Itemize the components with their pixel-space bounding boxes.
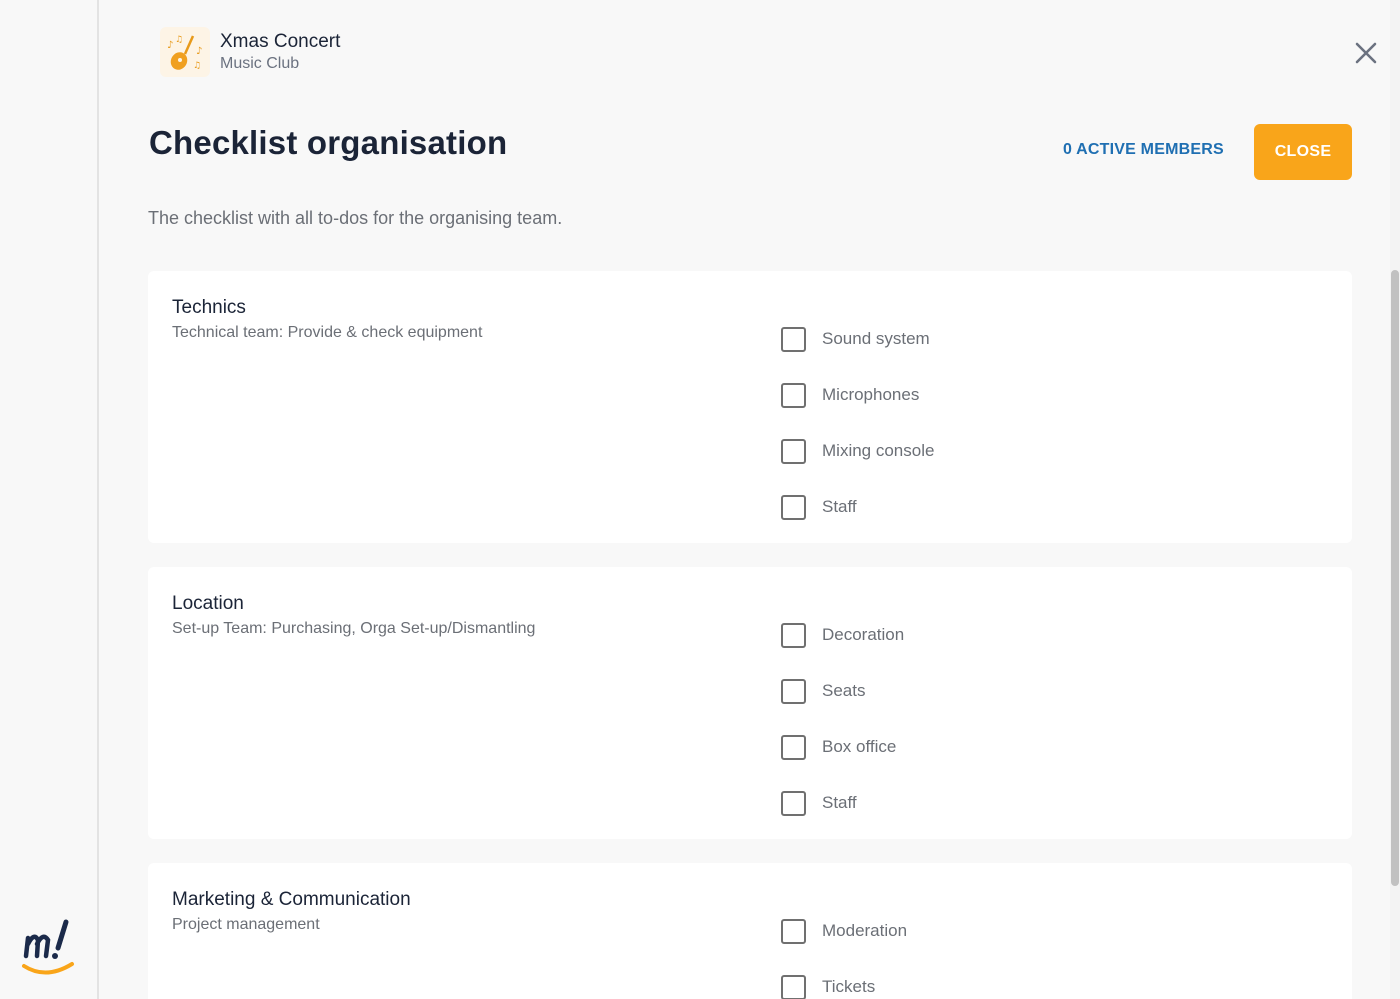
checkbox[interactable] xyxy=(781,918,806,944)
checklist-items: Moderation Tickets xyxy=(781,903,907,999)
svg-text:♫: ♫ xyxy=(175,35,183,45)
checklist-item-label: Staff xyxy=(822,497,857,516)
section-subtitle: Project management xyxy=(172,916,320,933)
checkbox[interactable] xyxy=(781,974,806,999)
checklist-item[interactable]: Decoration xyxy=(781,607,904,663)
guitar-music-notes-icon: ♪ ♫ ♪ ♫ xyxy=(160,27,210,77)
active-members-link[interactable]: 0 ACTIVE MEMBERS xyxy=(1063,141,1224,159)
checklist-item-label: Staff xyxy=(822,793,857,812)
checklist-item-label: Seats xyxy=(822,681,866,700)
event-subtitle: Music Club xyxy=(220,55,300,72)
checklist-item[interactable]: Staff xyxy=(781,775,904,831)
checklist-item[interactable]: Moderation xyxy=(781,903,907,959)
close-button[interactable]: CLOSE xyxy=(1254,124,1352,180)
event-header: ♪ ♫ ♪ ♫ Xmas Concert Music Club xyxy=(160,27,340,77)
checklist-item-label: Moderation xyxy=(822,921,908,940)
checklist-item[interactable]: Microphones xyxy=(781,367,934,423)
checkbox[interactable] xyxy=(781,790,806,816)
checklist-item-label: Box office xyxy=(822,737,897,756)
checklist-section-technics: Technics Technical team: Provide & check… xyxy=(148,271,1352,543)
checkbox[interactable] xyxy=(781,734,806,760)
scrollbar[interactable] xyxy=(1390,0,1400,999)
checkbox[interactable] xyxy=(781,438,806,464)
checkbox[interactable] xyxy=(781,622,806,648)
svg-text:♫: ♫ xyxy=(193,61,201,71)
left-sidebar xyxy=(0,0,99,999)
brand-logo-icon[interactable] xyxy=(20,918,78,982)
checkbox[interactable] xyxy=(781,326,806,352)
checkbox[interactable] xyxy=(781,382,806,408)
checklist-item[interactable]: Box office xyxy=(781,719,904,775)
checklist-item[interactable]: Staff xyxy=(781,479,934,535)
checkbox[interactable] xyxy=(781,494,806,520)
scrollbar-thumb[interactable] xyxy=(1391,270,1399,886)
checklist-item-label: Microphones xyxy=(822,385,920,404)
page-title: Checklist organisation xyxy=(149,124,508,161)
section-subtitle: Technical team: Provide & check equipmen… xyxy=(172,324,483,341)
checklist-item-label: Sound system xyxy=(822,329,930,348)
checklist-section-marketing: Marketing & Communication Project manage… xyxy=(148,863,1352,999)
checklist-item-label: Decoration xyxy=(822,625,905,644)
checklist-item[interactable]: Mixing console xyxy=(781,423,934,479)
checkbox[interactable] xyxy=(781,678,806,704)
section-title: Location xyxy=(172,593,244,614)
page-description: The checklist with all to-dos for the or… xyxy=(148,208,563,228)
svg-text:♪: ♪ xyxy=(167,40,173,51)
checklist-item[interactable]: Tickets xyxy=(781,959,907,999)
svg-text:♪: ♪ xyxy=(196,46,202,57)
close-icon[interactable] xyxy=(1353,40,1379,66)
checklist-items: Sound system Microphones Mixing console … xyxy=(781,311,934,535)
section-title: Marketing & Communication xyxy=(172,889,411,910)
checklist-item[interactable]: Seats xyxy=(781,663,904,719)
checklist-item-label: Tickets xyxy=(822,977,876,996)
event-title: Xmas Concert xyxy=(220,31,341,52)
section-title: Technics xyxy=(172,297,246,318)
checklist-section-location: Location Set-up Team: Purchasing, Orga S… xyxy=(148,567,1352,839)
section-subtitle: Set-up Team: Purchasing, Orga Set-up/Dis… xyxy=(172,620,536,637)
checklist-item[interactable]: Sound system xyxy=(781,311,934,367)
checklist-items: Decoration Seats Box office Staff xyxy=(781,607,904,831)
main-panel: ♪ ♫ ♪ ♫ Xmas Concert Music Club Checklis… xyxy=(101,0,1390,999)
checklist-item-label: Mixing console xyxy=(822,441,935,460)
